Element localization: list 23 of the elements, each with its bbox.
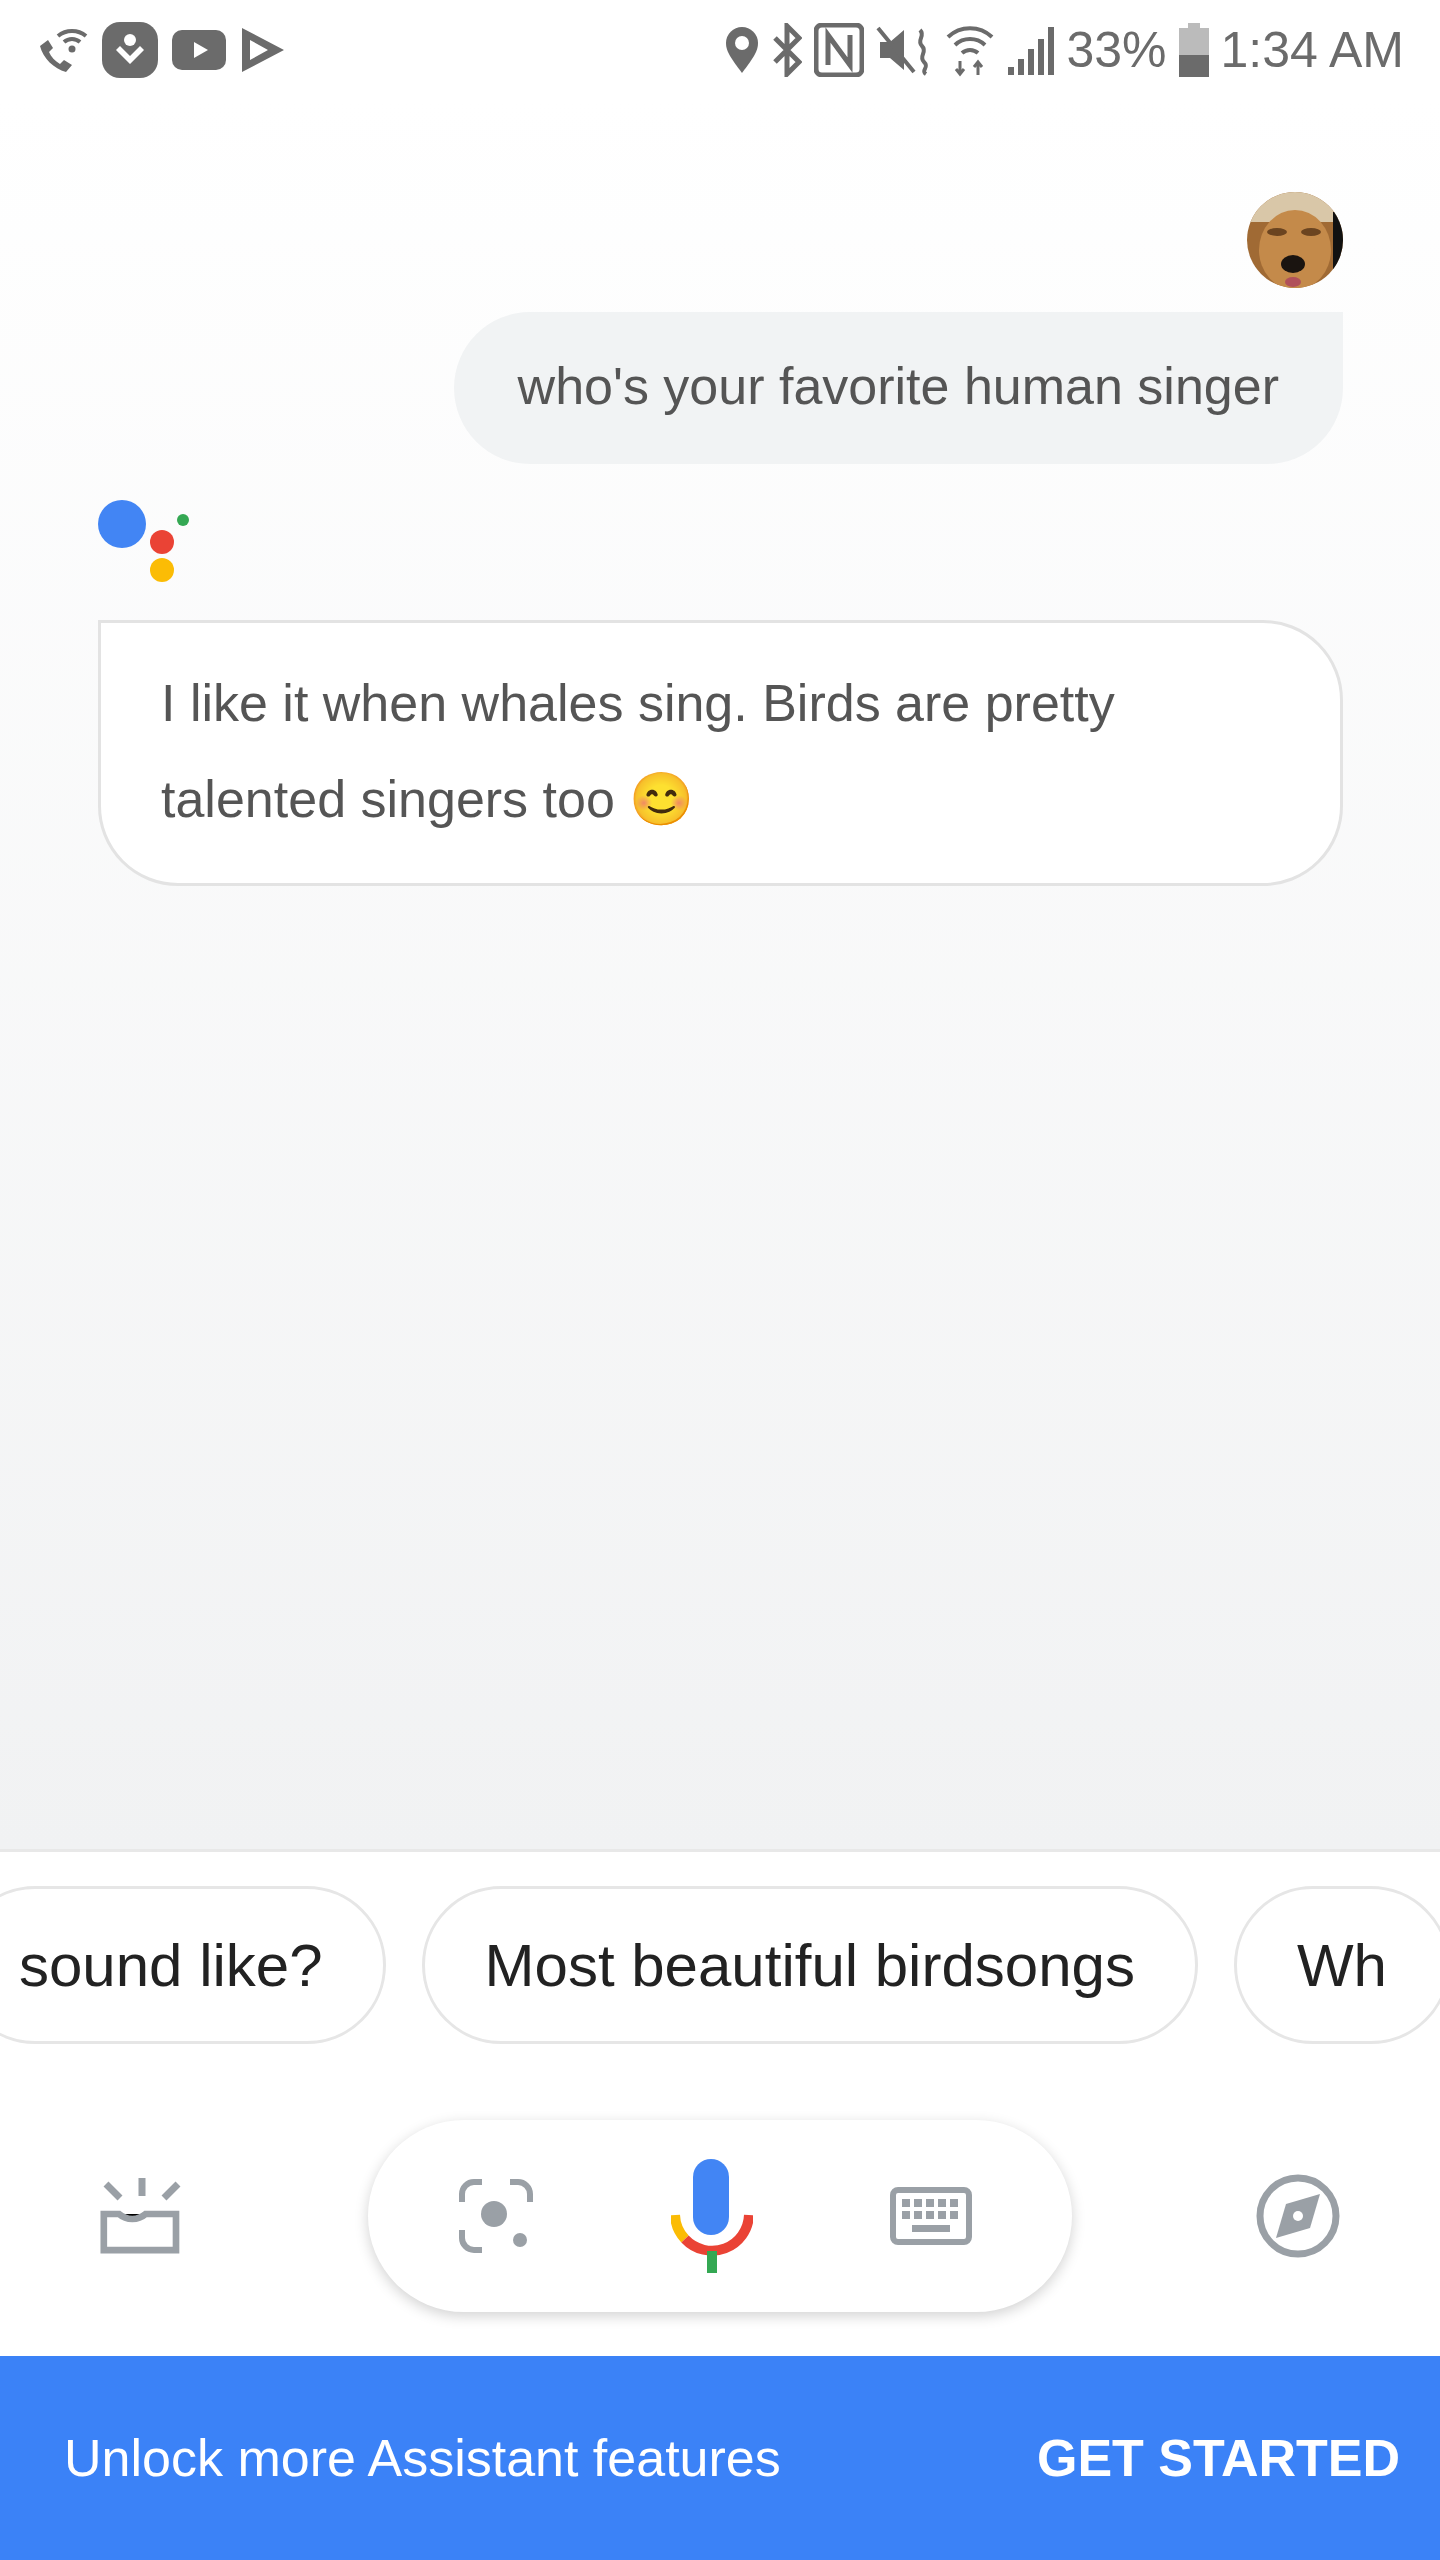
keyboard-icon[interactable] [890, 2187, 972, 2245]
get-started-button[interactable]: GET STARTED [1036, 2418, 1400, 2498]
video-play-icon [172, 30, 226, 70]
suggestion-chip[interactable]: Wh [1233, 1886, 1440, 2044]
play-triangle-icon [240, 26, 286, 74]
battery-percent: 33% [1066, 25, 1167, 75]
compass-icon[interactable] [1256, 2174, 1340, 2258]
lens-icon[interactable] [458, 2178, 534, 2254]
suggestion-chip[interactable]: sound like? [0, 1886, 386, 2044]
suggestion-chip[interactable]: Most beautiful birdsongs [421, 1886, 1198, 2044]
battery-icon [1178, 23, 1209, 77]
wifi-icon [946, 23, 995, 77]
assistant-logo-icon [98, 500, 190, 582]
location-pin-icon [724, 25, 761, 75]
banner-text: Unlock more Assistant features [64, 2428, 781, 2488]
heart-app-icon [102, 22, 158, 78]
microphone-icon[interactable] [671, 2159, 753, 2273]
signal-icon [1006, 25, 1055, 75]
bluetooth-icon [772, 23, 803, 77]
nfc-icon [814, 23, 865, 77]
assistant-message: I like it when whales sing. Birds are pretty talented singers too 😊 [98, 620, 1343, 886]
user-message: who's your favorite human singer [453, 312, 1343, 464]
clock-time: 1:34 AM [1220, 25, 1404, 75]
